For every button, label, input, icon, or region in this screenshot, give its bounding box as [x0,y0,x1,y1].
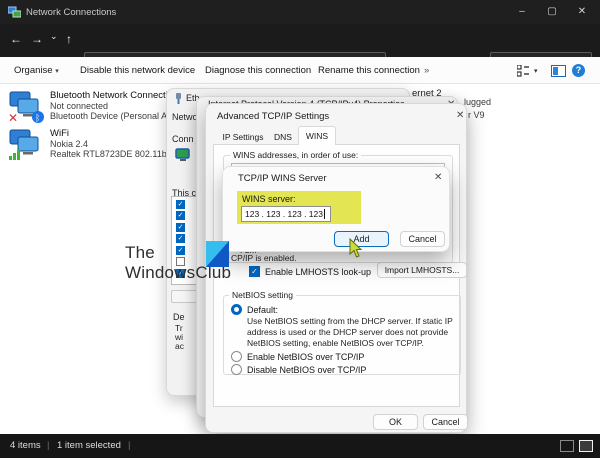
tab-wins[interactable]: WINS [298,126,336,145]
wifi-adapter-icon [8,128,46,162]
tab-dns[interactable]: DNS [269,130,297,144]
enable-lmhosts-label: Enable LMHOSTS look-up [265,267,371,277]
install-button-fragment[interactable] [171,290,198,303]
cancel-button-wins[interactable]: Cancel [400,231,445,247]
adapter-status: Not connected [50,101,168,111]
wins-server-input[interactable]: 123 . 123 . 123 . 123 [241,206,331,222]
protocol-checkbox[interactable]: ✓ [176,223,185,232]
protocol-checkbox[interactable]: ✓ [176,211,185,220]
preview-pane-icon[interactable] [551,65,566,77]
network-adapter-icon [175,148,192,163]
items-count: 4 items [10,440,41,451]
netbios-disable-radio[interactable] [231,364,242,375]
title-bar: Network Connections – ▢ ✕ [0,0,600,24]
watermark-line1: The [125,243,155,263]
wins-dialog-title: TCP/IP WINS Server [238,173,327,184]
selected-count: 1 item selected [57,440,121,451]
mouse-cursor [348,238,363,259]
netbios-default-label: Default: [247,305,278,315]
up-button[interactable]: ↑ [66,32,72,46]
adapter-name: WiFi [50,128,168,139]
netbios-group-label: NetBIOS setting [229,290,296,300]
enable-lmhosts-checkbox[interactable]: ✓ [249,266,260,277]
netbios-default-radio[interactable] [231,304,242,315]
wins-close-icon[interactable]: ✕ [434,172,442,183]
back-button[interactable]: ← [10,32,22,46]
adapter-name: Bluetooth Network Connection [50,90,168,101]
svg-text:✕: ✕ [8,111,18,124]
bluetooth-adapter-icon: ✕ ᛒ [8,90,46,124]
lmhosts-note-fragment-2: CP/IP is enabled. [231,253,297,263]
status-divider: | [47,440,49,451]
status-divider-2: | [128,440,130,451]
svg-text:ᛒ: ᛒ [35,113,40,124]
text-caret [324,209,325,219]
protocol-checkbox[interactable]: ✓ [176,234,185,243]
organise-caret-icon: ▾ [55,68,59,75]
windowsclub-logo [206,241,229,267]
forward-button[interactable]: → [31,32,43,46]
details-view-icon[interactable] [560,440,574,452]
wins-addresses-group-label: WINS addresses, in order of use: [230,150,361,160]
adapter-device: Realtek RTL8723DE 802.11b/g/n [50,149,168,159]
description-fragment-1: De [173,312,185,322]
thumbnail-view-icon[interactable] [579,440,593,452]
netbios-disable-label: Disable NetBIOS over TCP/IP [247,365,366,375]
close-button[interactable]: ✕ [573,4,591,20]
minimize-button[interactable]: – [513,4,531,20]
ok-button[interactable]: OK [373,414,418,430]
description-fragment-4: ac [175,341,184,351]
advanced-close-icon[interactable]: ✕ [456,110,464,121]
netbios-enable-label: Enable NetBIOS over TCP/IP [247,352,364,362]
wins-server-value: 123 . 123 . 123 . 123 [245,209,323,219]
window-title: Network Connections [26,7,116,18]
adapter-device-fragment: r V9 [468,110,485,120]
advanced-tcpip-settings-dialog: Advanced TCP/IP Settings ✕ IP Settings D… [205,103,467,433]
diagnose-connection-button[interactable]: Diagnose this connection [205,65,311,76]
organise-label: Organise [14,65,53,76]
cancel-button[interactable]: Cancel [423,414,468,430]
more-commands-button[interactable]: » [424,65,429,76]
netbios-enable-radio[interactable] [231,351,242,362]
status-bar: 4 items | 1 item selected | [0,434,600,458]
netbios-default-description: Use NetBIOS setting from the DHCP server… [247,316,455,349]
maximize-button[interactable]: ▢ [543,4,561,20]
adapter-item-wifi[interactable]: WiFi Nokia 2.4 Realtek RTL8723DE 802.11b… [8,126,168,162]
rename-connection-button[interactable]: Rename this connection [318,65,420,76]
adapter-status-fragment: lugged [464,97,491,107]
advanced-dialog-title: Advanced TCP/IP Settings [217,111,329,122]
networking-tab-fragment[interactable]: Netwo [172,112,198,122]
recent-locations-button[interactable]: ⌄ [50,31,58,42]
connect-using-fragment: Conn [172,134,194,144]
ethernet-dialog-icon [174,93,183,104]
adapter-device: Bluetooth Device (Personal Are [50,111,168,121]
wins-server-dialog: TCP/IP WINS Server ✕ WINS server: 123 . … [222,166,450,252]
view-options-icon[interactable] [517,65,530,77]
tab-ip-settings[interactable]: IP Settings [219,130,267,144]
adapter-item-bluetooth[interactable]: ✕ ᛒ Bluetooth Network Connection Not con… [8,88,168,124]
app-icon [8,6,21,19]
import-lmhosts-button[interactable]: Import LMHOSTS... [377,262,467,278]
protocol-checkbox[interactable]: ✓ [176,200,185,209]
protocol-checkbox[interactable]: ✓ [176,246,185,255]
navigation-bar: ← → ⌄ ↑ « All Control Panel Items › Netw… [0,24,600,57]
organise-button[interactable]: Organise ▾ [14,65,59,76]
view-options-caret-icon[interactable]: ▾ [534,67,538,75]
help-icon[interactable]: ? [572,64,585,77]
command-toolbar: Organise ▾ Disable this network device D… [0,57,600,84]
wins-server-label: WINS server: [242,194,296,204]
disable-device-button[interactable]: Disable this network device [80,65,195,76]
adapter-status: Nokia 2.4 [50,139,168,149]
